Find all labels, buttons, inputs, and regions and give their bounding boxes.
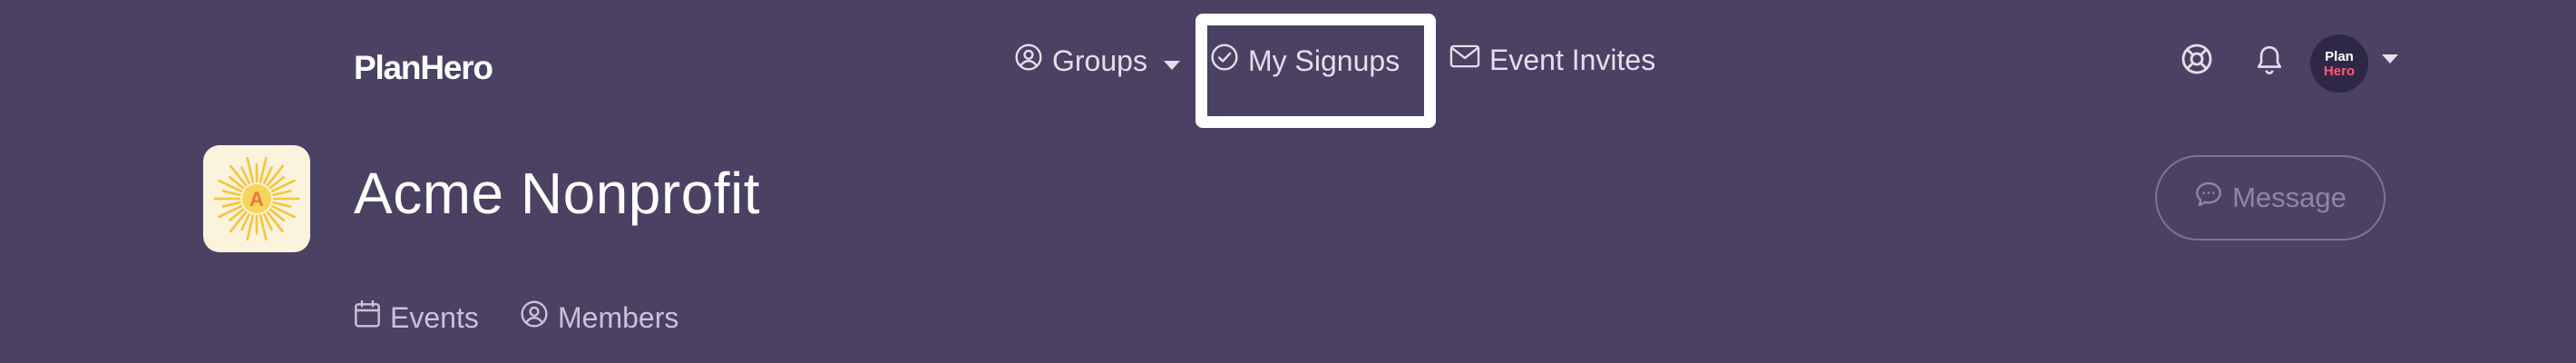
org-logo: A (203, 145, 310, 252)
message-button[interactable]: Message (2155, 155, 2386, 240)
avatar[interactable]: Plan Hero (2310, 34, 2368, 93)
bell-icon (2254, 44, 2285, 81)
envelope-icon (1449, 43, 1480, 77)
brand-logo[interactable]: PlanHero (354, 49, 493, 87)
user-circle-icon (520, 299, 549, 336)
nav-groups-label: Groups (1052, 44, 1147, 77)
nav-event-invites-label: Event Invites (1489, 43, 1656, 76)
tab-events-label: Events (390, 300, 479, 334)
avatar-text-line1: Plan (2325, 48, 2354, 64)
nav-groups[interactable]: Groups (1014, 43, 1180, 79)
calendar-icon (354, 299, 381, 336)
lifebuoy-icon (2181, 43, 2213, 80)
notifications-button[interactable] (2251, 44, 2288, 80)
page-title: Acme Nonprofit (354, 161, 761, 226)
nav-my-signups-label: My Signups (1248, 44, 1400, 77)
nav-my-signups[interactable]: My Signups (1210, 43, 1400, 79)
message-button-label: Message (2232, 182, 2347, 213)
tab-members[interactable]: Members (520, 299, 678, 336)
user-circle-icon (1014, 43, 1043, 79)
chevron-down-icon (1163, 44, 1180, 78)
nav-event-invites[interactable]: Event Invites (1449, 43, 1655, 77)
avatar-text-line2: Hero (2323, 63, 2356, 79)
sun-logo-icon: A (213, 156, 300, 241)
help-button[interactable] (2180, 44, 2214, 78)
check-circle-icon (1210, 43, 1239, 79)
tab-events[interactable]: Events (354, 299, 479, 336)
chevron-down-icon[interactable] (2382, 53, 2398, 69)
tab-members-label: Members (558, 300, 679, 334)
logo-letter: A (249, 188, 264, 211)
chat-bubble-icon (2194, 180, 2223, 216)
